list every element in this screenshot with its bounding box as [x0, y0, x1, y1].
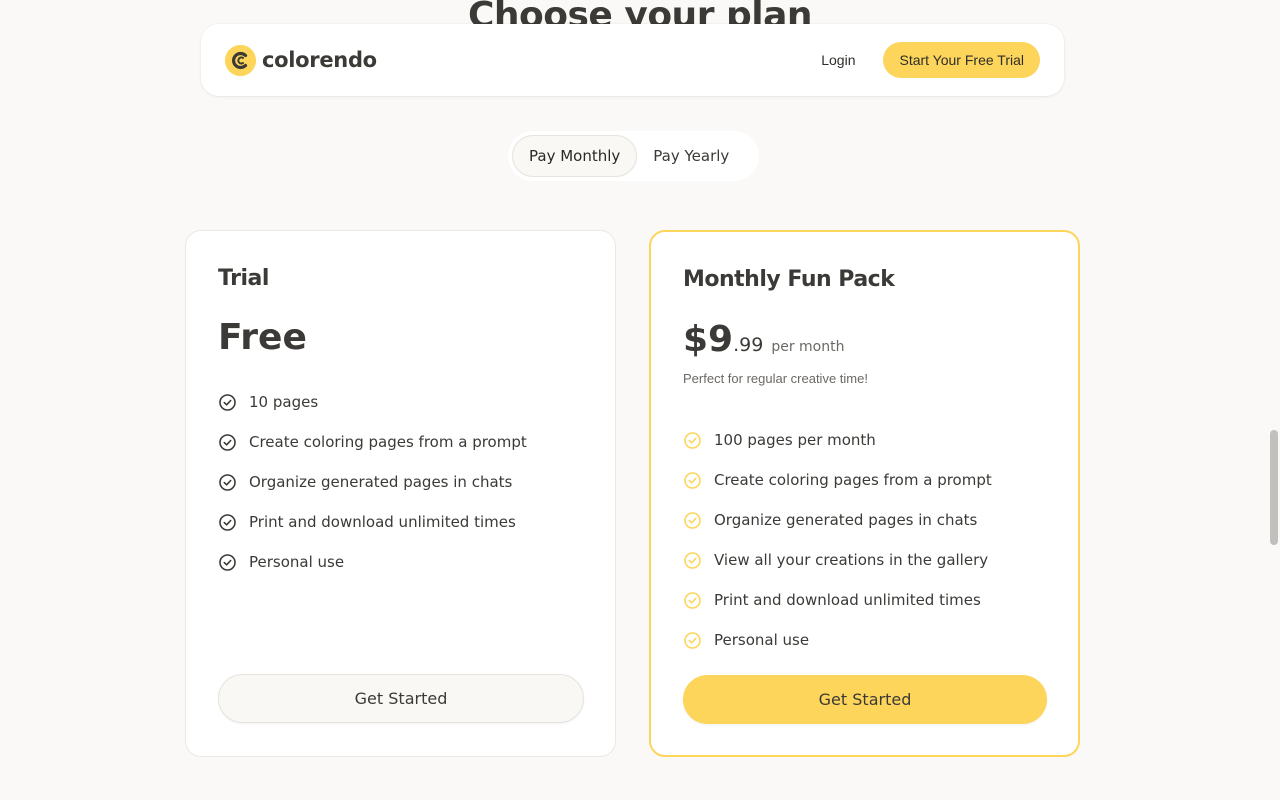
- feature-label: Organize generated pages in chats: [714, 511, 978, 529]
- nav-actions: Login Start Your Free Trial: [821, 42, 1040, 78]
- feature-label: View all your creations in the gallery: [714, 551, 989, 569]
- billing-toggle: Pay Monthly Pay Yearly: [508, 131, 759, 181]
- check-circle-icon: [683, 591, 702, 610]
- feature-item: 100 pages per month: [683, 420, 992, 460]
- pay-yearly-toggle[interactable]: Pay Yearly: [637, 135, 745, 177]
- feature-item: View all your creations in the gallery: [683, 540, 992, 580]
- check-circle-icon: [218, 473, 237, 492]
- feature-label: Create coloring pages from a prompt: [249, 433, 527, 451]
- price-period: per month: [771, 339, 845, 355]
- check-circle-icon: [683, 471, 702, 490]
- feature-item: Create coloring pages from a prompt: [218, 422, 527, 462]
- start-free-trial-button[interactable]: Start Your Free Trial: [883, 42, 1040, 78]
- login-link[interactable]: Login: [821, 52, 855, 68]
- brand-name: colorendo: [262, 48, 377, 72]
- price-cents: .99: [733, 334, 764, 356]
- check-circle-icon: [683, 431, 702, 450]
- feature-label: Print and download unlimited times: [714, 591, 981, 609]
- feature-item: Personal use: [683, 620, 992, 660]
- check-circle-icon: [218, 393, 237, 412]
- feature-label: Personal use: [714, 631, 810, 649]
- check-circle-icon: [683, 631, 702, 650]
- feature-item: Organize generated pages in chats: [218, 462, 527, 502]
- get-started-button-monthly[interactable]: Get Started: [683, 675, 1047, 724]
- feature-item: Organize generated pages in chats: [683, 500, 992, 540]
- get-started-button-trial[interactable]: Get Started: [218, 674, 584, 723]
- feature-label: 10 pages: [249, 393, 319, 411]
- check-circle-icon: [218, 553, 237, 572]
- price-main: $9: [683, 319, 734, 360]
- feature-item: Personal use: [218, 542, 527, 582]
- pay-monthly-toggle[interactable]: Pay Monthly: [512, 135, 638, 177]
- feature-list: 100 pages per month Create coloring page…: [683, 420, 992, 660]
- feature-item: Print and download unlimited times: [683, 580, 992, 620]
- feature-item: 10 pages: [218, 382, 527, 422]
- feature-item: Create coloring pages from a prompt: [683, 460, 992, 500]
- plan-price: $9 .99 per month: [683, 319, 844, 360]
- check-circle-icon: [683, 511, 702, 530]
- navbar: colorendo Login Start Your Free Trial: [201, 24, 1064, 96]
- feature-label: 100 pages per month: [714, 431, 876, 449]
- feature-list: 10 pages Create coloring pages from a pr…: [218, 382, 527, 582]
- plan-tagline: Perfect for regular creative time!: [683, 371, 868, 386]
- plan-name: Monthly Fun Pack: [683, 267, 895, 292]
- plan-price: Free: [218, 317, 307, 358]
- feature-label: Organize generated pages in chats: [249, 473, 513, 491]
- brand[interactable]: colorendo: [225, 44, 377, 76]
- check-circle-icon: [683, 551, 702, 570]
- page-scrollbar[interactable]: [1270, 430, 1278, 545]
- feature-label: Print and download unlimited times: [249, 513, 516, 531]
- colorendo-logo-icon: [225, 44, 256, 76]
- plan-name: Trial: [218, 266, 269, 291]
- feature-item: Print and download unlimited times: [218, 502, 527, 542]
- check-circle-icon: [218, 433, 237, 452]
- plan-card-trial: Trial Free 10 pages Create coloring page…: [185, 230, 616, 757]
- feature-label: Create coloring pages from a prompt: [714, 471, 992, 489]
- check-circle-icon: [218, 513, 237, 532]
- plan-card-monthly-fun-pack: Monthly Fun Pack $9 .99 per month Perfec…: [649, 230, 1080, 757]
- feature-label: Personal use: [249, 553, 345, 571]
